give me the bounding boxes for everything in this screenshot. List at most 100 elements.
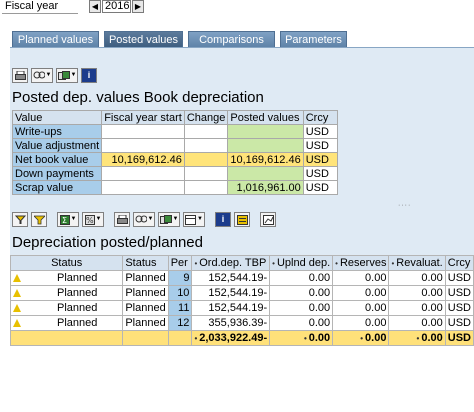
row-label: Write-ups — [11, 124, 103, 139]
table-row[interactable]: Planned Planned 11 152,544.19- 0.00 0.00… — [9, 300, 474, 316]
currency-cell: USD — [302, 180, 338, 195]
next-year-button[interactable]: ▶ — [132, 0, 144, 13]
uplnd-cell: 0.00 — [269, 300, 334, 316]
change-cell — [183, 138, 229, 153]
ord-dep-cell: 355,936.39- — [191, 315, 271, 331]
search-dropdown-icon — [135, 215, 147, 222]
find-dropdown-button-2[interactable]: ▼ — [133, 212, 155, 227]
sum-dropdown-button[interactable]: Σ ▼ — [57, 212, 79, 227]
currency-cell: USD — [444, 270, 474, 286]
table-row[interactable]: Planned Planned 12 355,936.39- 0.00 0.00… — [9, 315, 474, 331]
info-button[interactable]: i — [81, 68, 97, 83]
status-text: Planned — [57, 287, 98, 299]
table-row[interactable]: Planned Planned 9 152,544.19- 0.00 0.00 … — [9, 270, 474, 286]
row-label: Scrap value — [11, 180, 103, 195]
graphic-button[interactable] — [260, 212, 276, 227]
column-header[interactable]: • Reserves — [332, 255, 390, 271]
posted-cell — [227, 124, 304, 139]
column-header[interactable]: Posted values — [227, 110, 304, 125]
tab-posted-values[interactable]: Posted values — [104, 31, 183, 47]
posted-cell — [227, 138, 304, 153]
reserves-cell: 0.00 — [332, 270, 390, 286]
search-dropdown-icon — [33, 71, 45, 78]
previous-year-button[interactable]: ◀ — [89, 0, 101, 13]
row-label: Down payments — [11, 166, 103, 181]
reserves-cell: 0.00 — [332, 300, 390, 316]
posted-cell: 10,169,612.46 — [227, 152, 304, 167]
total-row: • 2,033,922.49- • 0.00 • 0.00 • 0.00 USD — [9, 330, 474, 346]
filter-button[interactable] — [31, 212, 47, 227]
print-button-2[interactable] — [114, 212, 130, 227]
column-header-label: Revaluat. — [396, 257, 443, 269]
fiscal-year-field[interactable]: 2016 — [102, 0, 131, 13]
subtotal-dropdown-button[interactable]: % ▼ — [82, 212, 104, 227]
export-dropdown-icon — [159, 214, 172, 224]
export-dropdown-button[interactable]: ▼ — [56, 68, 78, 83]
table-row[interactable]: Planned Planned 10 152,544.19- 0.00 0.00… — [9, 285, 474, 301]
svg-text:Σ: Σ — [62, 216, 67, 225]
total-marker-icon: • — [360, 334, 364, 343]
change-cell — [183, 180, 229, 195]
toolbar-depreciation: Σ ▼ % ▼ ▼ ▼ ▼ i — [12, 211, 276, 228]
column-header[interactable]: • Uplnd dep. — [269, 255, 334, 271]
export-dropdown-button-2[interactable]: ▼ — [158, 212, 180, 227]
column-header[interactable]: Status — [122, 255, 169, 271]
period-cell: 11 — [167, 300, 193, 316]
column-header[interactable]: • Revaluat. — [388, 255, 446, 271]
table-row: Value adjustment USD — [11, 138, 338, 153]
fy-start-cell: 10,169,612.46 — [101, 152, 185, 167]
currency-cell: USD — [302, 124, 338, 139]
toolbar-posted-values: ▼ ▼ i — [12, 67, 97, 84]
column-header[interactable]: Value — [11, 110, 103, 125]
total-revaluat-cell: • 0.00 — [388, 330, 446, 346]
table-row: Write-ups USD — [11, 124, 338, 139]
period-cell: 9 — [167, 270, 193, 286]
column-header[interactable]: Per — [167, 255, 193, 271]
sum-marker-icon: • — [194, 259, 198, 268]
print-button[interactable] — [12, 68, 28, 83]
tab-planned-values[interactable]: Planned values — [12, 31, 99, 47]
layout-dropdown-button[interactable]: ▼ — [183, 212, 205, 227]
splitter-grip[interactable]: ···· — [398, 202, 411, 209]
warning-icon — [13, 319, 21, 327]
currency-cell: USD — [302, 166, 338, 181]
column-header[interactable]: Crcy — [302, 110, 338, 125]
info-button-2[interactable]: i — [215, 212, 231, 227]
status-text-cell: Planned — [122, 300, 169, 316]
table-header-row: Status Status Per • Ord.dep. TBP • Uplnd d… — [9, 255, 474, 271]
total-reserves-cell: • 0.00 — [332, 330, 390, 346]
fy-start-cell — [101, 138, 185, 153]
ord-dep-cell: 152,544.19- — [191, 300, 271, 316]
column-header[interactable]: Fiscal year start — [101, 110, 185, 125]
fy-start-cell — [101, 180, 185, 195]
tab-parameters[interactable]: Parameters — [280, 31, 347, 47]
status-text: Planned — [57, 317, 98, 329]
sum-marker-icon: • — [272, 259, 275, 268]
currency-cell: USD — [302, 138, 338, 153]
revaluat-cell: 0.00 — [388, 315, 446, 331]
find-dropdown-button[interactable]: ▼ — [31, 68, 53, 83]
total-marker-icon: • — [303, 334, 307, 343]
uplnd-cell: 0.00 — [269, 270, 334, 286]
posted-values-title: Posted dep. values Book depreciation — [12, 89, 264, 106]
column-header[interactable]: Change — [183, 110, 229, 125]
total-empty-cell — [122, 330, 169, 346]
details-button[interactable] — [234, 212, 250, 227]
posted-values-table: Value Fiscal year start Change Posted va… — [11, 110, 338, 195]
total-currency-cell: USD — [444, 330, 474, 346]
status-cell: Planned — [9, 285, 124, 301]
column-header[interactable]: Status — [9, 255, 124, 271]
fiscal-year-label: Fiscal year — [2, 0, 78, 14]
total-uplnd-value: 0.00 — [308, 332, 331, 344]
tab-comparisons[interactable]: Comparisons — [188, 31, 275, 47]
column-header[interactable]: • Ord.dep. TBP — [191, 255, 271, 271]
tab-panel: ▼ ▼ i Posted dep. values Book depreciati… — [9, 47, 474, 346]
column-header-label: Ord.dep. TBP — [199, 257, 267, 269]
total-empty-cell — [9, 330, 124, 346]
sort-button[interactable] — [12, 212, 28, 227]
status-text: Planned — [57, 302, 98, 314]
column-header[interactable]: Crcy — [444, 255, 474, 271]
subtotal-icon: % — [84, 214, 95, 225]
status-cell: Planned — [9, 270, 124, 286]
svg-text:%: % — [86, 216, 94, 225]
